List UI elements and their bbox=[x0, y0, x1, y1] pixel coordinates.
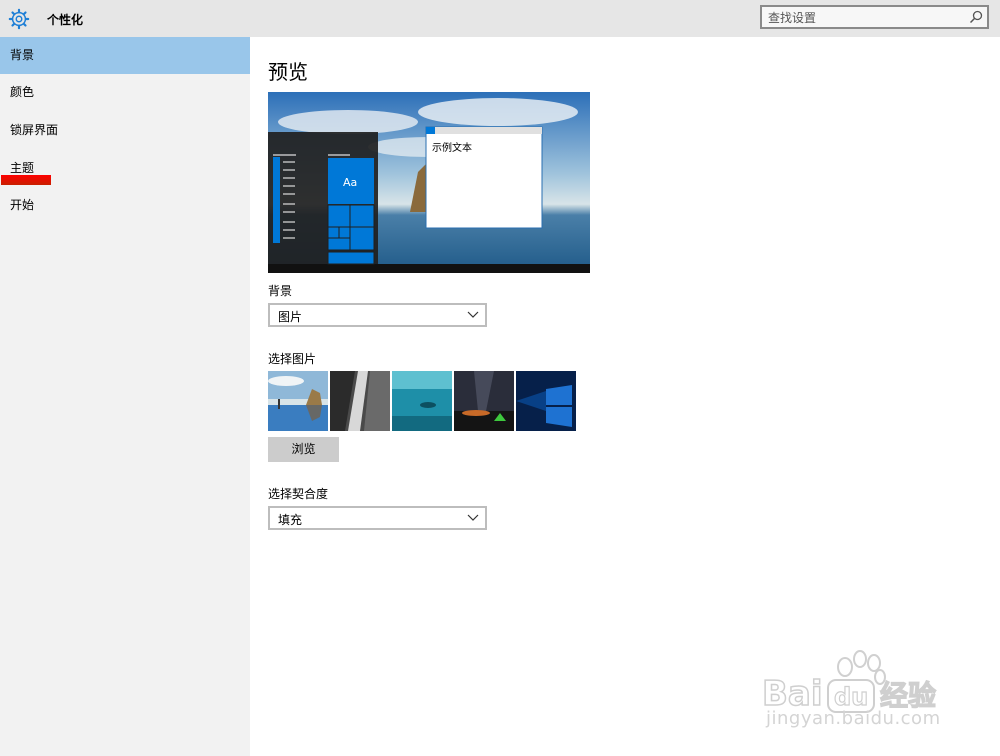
sidebar-item-label: 背景 bbox=[10, 48, 35, 62]
desktop-preview: Aa 示例文本 bbox=[268, 92, 590, 273]
sidebar-item-lock-screen[interactable]: 锁屏界面 bbox=[0, 112, 250, 149]
chevron-down-icon bbox=[467, 311, 479, 318]
background-label: 背景 bbox=[268, 284, 293, 298]
chevron-down-icon bbox=[467, 514, 479, 521]
title-bar: 个性化 bbox=[0, 0, 1000, 37]
picture-thumbnail[interactable] bbox=[330, 371, 390, 431]
sidebar-item-label: 锁屏界面 bbox=[10, 123, 59, 137]
background-dropdown[interactable]: 图片 bbox=[268, 303, 487, 327]
watermark-url: jingyan.baidu.com bbox=[766, 708, 941, 729]
preview-scene bbox=[268, 92, 590, 273]
search-icon[interactable] bbox=[969, 10, 983, 24]
fit-label: 选择契合度 bbox=[268, 487, 329, 501]
picture-thumbnail[interactable] bbox=[454, 371, 514, 431]
browse-button[interactable]: 浏览 bbox=[268, 437, 339, 462]
sidebar-item-label: 开始 bbox=[10, 198, 35, 212]
choose-picture-label: 选择图片 bbox=[268, 352, 317, 366]
picture-thumbnail[interactable] bbox=[516, 371, 576, 431]
preview-heading: 预览 bbox=[268, 60, 308, 84]
red-highlight-mark bbox=[1, 175, 51, 185]
sidebar-item-colors[interactable]: 颜色 bbox=[0, 74, 250, 111]
app-title: 个性化 bbox=[47, 13, 84, 27]
sidebar-item-label: 主题 bbox=[10, 161, 35, 175]
sidebar: 背景 颜色 锁屏界面 主题 开始 bbox=[0, 37, 250, 756]
preview-sample-text: 示例文本 bbox=[432, 143, 472, 154]
fit-dropdown[interactable]: 填充 bbox=[268, 506, 487, 530]
background-dropdown-value: 图片 bbox=[278, 310, 303, 324]
picture-thumbnail[interactable] bbox=[268, 371, 328, 431]
gear-icon bbox=[8, 8, 30, 30]
sidebar-item-start[interactable]: 开始 bbox=[0, 187, 250, 224]
search-box[interactable] bbox=[760, 5, 989, 29]
preview-tile-text: Aa bbox=[343, 176, 358, 189]
search-input[interactable] bbox=[768, 10, 958, 26]
svg-text:du: du bbox=[834, 683, 868, 711]
sidebar-item-background[interactable]: 背景 bbox=[0, 37, 250, 74]
fit-dropdown-value: 填充 bbox=[278, 513, 303, 527]
picture-thumbnail[interactable] bbox=[392, 371, 452, 431]
sidebar-item-label: 颜色 bbox=[10, 85, 35, 99]
